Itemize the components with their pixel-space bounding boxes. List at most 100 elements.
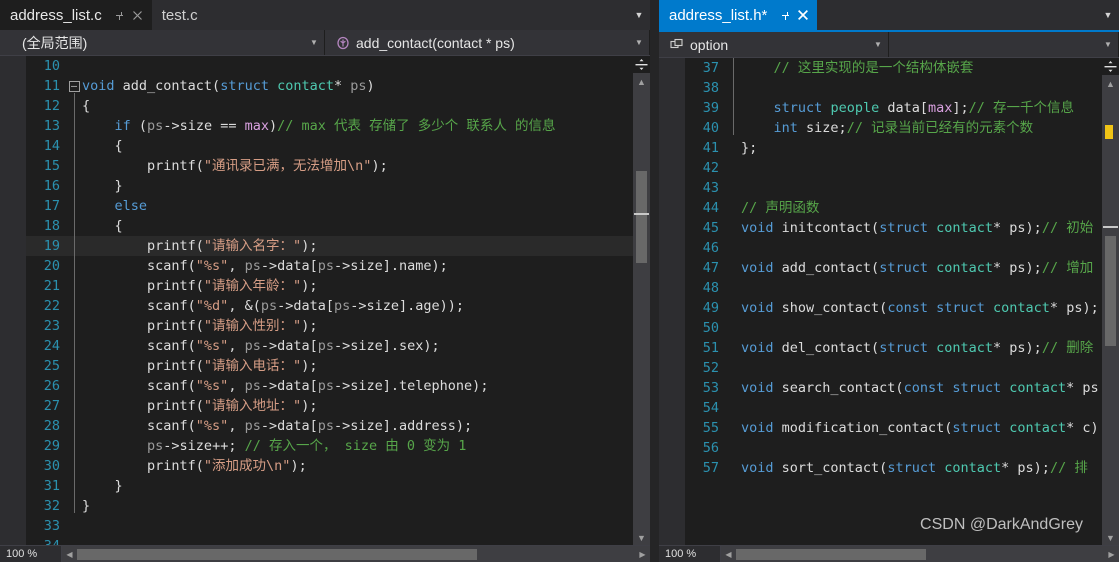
left-scroll-thumb[interactable] [636, 171, 647, 263]
pin-icon[interactable] [777, 7, 793, 23]
right-horizontal-scrollbar[interactable]: ◀ ▶ [721, 546, 1119, 562]
chevron-down-icon[interactable]: ▼ [633, 38, 649, 47]
code-line[interactable]: 40 int size;// 记录当前已经有的元素个数 [685, 114, 1102, 138]
pin-icon[interactable] [112, 7, 128, 23]
code-line[interactable]: 24 scanf("%s", ps->data[ps->size].sex); [26, 332, 633, 356]
code-line[interactable]: 10 [26, 56, 633, 76]
code-line[interactable]: 48 [685, 278, 1102, 298]
right-code-area[interactable]: 37 // 这里实现的是一个结构体嵌套 38 39 struct people da… [685, 58, 1102, 545]
triangle-down-icon[interactable]: ▼ [633, 531, 650, 545]
triangle-down-icon[interactable]: ▼ [1102, 531, 1119, 545]
left-hscroll-track[interactable] [77, 546, 635, 562]
right-zoom-level[interactable]: 100 % [659, 546, 721, 562]
code-line[interactable]: 53 void search_contact(const struct conta… [685, 378, 1102, 398]
left-selection-margin[interactable] [4, 56, 26, 545]
code-line[interactable]: 50 [685, 318, 1102, 338]
code-line[interactable]: 31 } [26, 472, 633, 496]
tab-test-c[interactable]: test.c [151, 0, 212, 30]
close-icon[interactable] [130, 7, 146, 23]
indent-guide [732, 74, 734, 95]
code-line[interactable]: 33 [26, 516, 633, 536]
code-line[interactable]: 19 printf("请输入名字："); [26, 232, 633, 256]
code-line[interactable]: 55 void modification_contact(struct conta… [685, 418, 1102, 438]
split-pane-icon[interactable] [1102, 58, 1119, 75]
code-line[interactable]: 13 if (ps->size == max)// max 代表 存储了 多少个… [26, 112, 633, 136]
left-zoom-level[interactable]: 100 % [0, 546, 62, 562]
code-line[interactable]: 39 struct people data[max];// 存一千个信息 [685, 94, 1102, 118]
code-line[interactable]: 26 scanf("%s", ps->data[ps->size].teleph… [26, 372, 633, 396]
code-line[interactable]: 49 void show_contact(const struct contact… [685, 298, 1102, 318]
code-line[interactable]: 43 [685, 178, 1102, 198]
code-line[interactable]: 32} [26, 492, 633, 516]
code-line[interactable]: 15 printf("通讯录已满，无法增加\n"); [26, 152, 633, 176]
code-line[interactable]: 51 void del_contact(struct contact* ps);/… [685, 338, 1102, 358]
code-line[interactable]: 57 void sort_contact(struct contact* ps);… [685, 458, 1102, 478]
code-line[interactable]: 41}; [685, 138, 1102, 158]
scope-combobox[interactable]: (全局范围) ▼ [0, 30, 325, 55]
triangle-right-icon[interactable]: ▶ [1104, 550, 1119, 559]
chevron-down-icon[interactable]: ▼ [308, 38, 324, 47]
triangle-left-icon[interactable]: ◀ [721, 550, 736, 559]
triangle-right-icon[interactable]: ▶ [635, 550, 650, 559]
code-line[interactable]: 16 } [26, 172, 633, 196]
right-vertical-scrollbar[interactable]: ▲ ▼ [1102, 58, 1119, 545]
code-line[interactable]: 27 printf("请输入地址："); [26, 392, 633, 416]
indent-guide [73, 332, 75, 353]
code-line[interactable]: 22 scanf("%d", &(ps->data[ps->size].age)… [26, 292, 633, 316]
code-line[interactable]: 45 void initcontact(struct contact* ps);/… [685, 218, 1102, 238]
right-hscroll-thumb[interactable] [736, 549, 926, 560]
code-text: printf("请输入地址："); [82, 398, 318, 414]
line-number: 52 [702, 360, 719, 376]
close-icon[interactable] [795, 7, 811, 23]
pane-splitter[interactable] [650, 0, 659, 562]
code-line[interactable]: 42 [685, 158, 1102, 178]
scope-combobox[interactable]: option ▼ [659, 32, 889, 57]
code-text: if (ps->size == max)// max 代表 存储了 多少个 联系… [114, 118, 556, 134]
code-line[interactable]: 18 { [26, 212, 633, 236]
triangle-up-icon[interactable]: ▲ [1102, 77, 1119, 91]
code-line[interactable]: 46 [685, 238, 1102, 258]
triangle-up-icon[interactable]: ▲ [633, 75, 650, 89]
right-selection-margin[interactable] [663, 58, 685, 545]
code-line[interactable]: 14 { [26, 132, 633, 156]
code-line[interactable]: 56 [685, 438, 1102, 458]
code-line[interactable]: 30 printf("添加成功\n"); [26, 452, 633, 476]
code-line[interactable]: 37 // 这里实现的是一个结构体嵌套 [685, 58, 1102, 78]
chevron-down-icon[interactable]: ▼ [1102, 40, 1118, 49]
tab-address-list-c[interactable]: address_list.c [0, 0, 152, 30]
code-line[interactable]: 54 [685, 398, 1102, 418]
chevron-down-icon[interactable]: ▼ [872, 40, 888, 49]
right-hscroll-track[interactable] [736, 546, 1104, 562]
code-line[interactable]: 28 scanf("%s", ps->data[ps->size].addres… [26, 412, 633, 436]
code-line[interactable]: 25 printf("请输入电话："); [26, 352, 633, 376]
code-line[interactable]: 23 printf("请输入性别："); [26, 312, 633, 336]
code-line[interactable]: 17 else [26, 192, 633, 216]
code-line[interactable]: 29 ps->size++; // 存入一个， size 由 0 变为 1 [26, 432, 633, 456]
member-combobox[interactable]: add_contact(contact * ps) ▼ [325, 30, 650, 55]
chevron-down-icon[interactable]: ▼ [628, 0, 650, 30]
left-horizontal-scrollbar[interactable]: ◀ ▶ [62, 546, 650, 562]
line-number: 11 [43, 78, 60, 94]
code-line[interactable]: 34 [26, 536, 633, 545]
right-scroll-thumb[interactable] [1105, 236, 1116, 346]
code-line[interactable]: 47 void add_contact(struct contact* ps);/… [685, 258, 1102, 278]
code-line[interactable]: 21 printf("请输入年龄："); [26, 272, 633, 296]
member-combobox[interactable]: ▼ [889, 32, 1119, 57]
code-line[interactable]: 12 { [26, 92, 633, 116]
code-line[interactable]: 52 [685, 358, 1102, 378]
tab-address-list-h[interactable]: address_list.h* [659, 0, 818, 30]
line-number: 53 [702, 380, 719, 396]
code-line[interactable]: 38 [685, 74, 1102, 98]
triangle-left-icon[interactable]: ◀ [62, 550, 77, 559]
right-editor-pane: address_list.h* ▼ option ▼ ▼ 37 // 这里实现的… [659, 0, 1119, 562]
indent-guide [73, 112, 75, 133]
code-line[interactable]: 44 // 声明函数 [685, 198, 1102, 218]
left-vertical-scrollbar[interactable]: ▲ ▼ [633, 56, 650, 545]
split-pane-icon[interactable] [633, 56, 650, 73]
left-hscroll-thumb[interactable] [77, 549, 477, 560]
chevron-down-icon[interactable]: ▼ [1097, 0, 1119, 30]
code-line[interactable]: 11– void add_contact(struct contact* ps) [26, 76, 633, 96]
left-code-area[interactable]: 10 11– void add_contact(struct contact* ps… [26, 56, 633, 545]
code-line[interactable]: 20 scanf("%s", ps->data[ps->size].name); [26, 252, 633, 276]
right-caret-position-marker [1103, 226, 1118, 228]
